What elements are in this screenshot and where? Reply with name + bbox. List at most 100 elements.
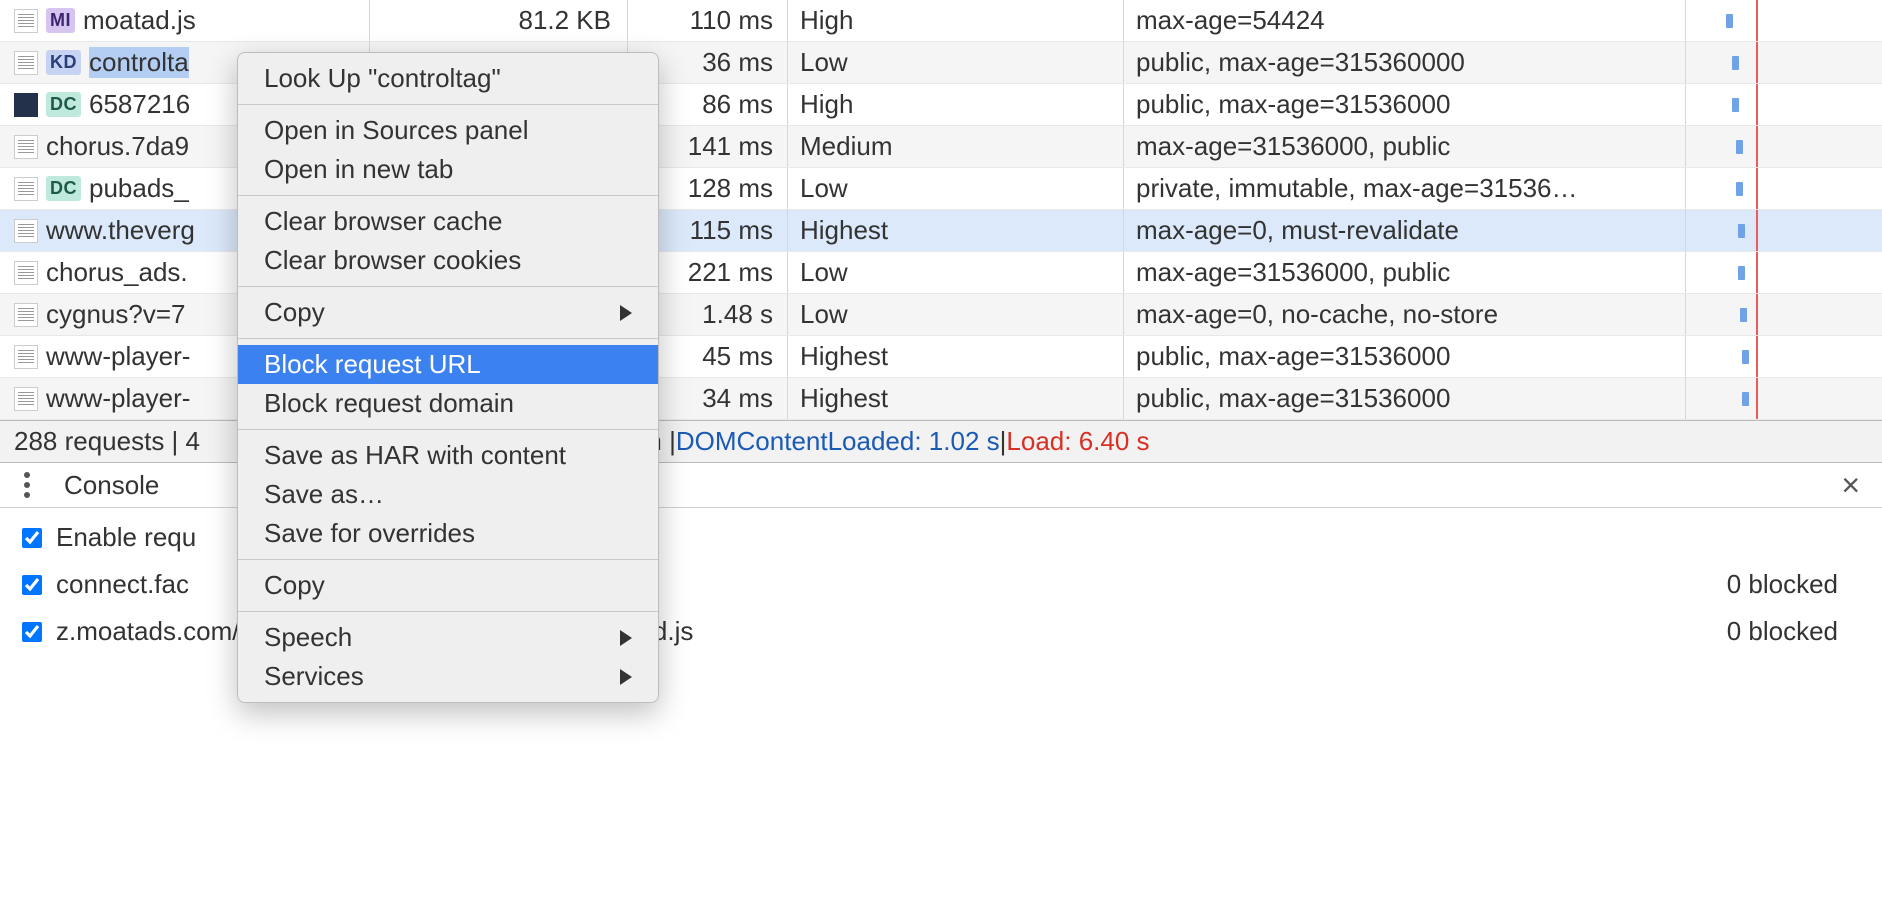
menu-save-as[interactable]: Save as… <box>238 475 658 514</box>
drawer-menu-icon[interactable] <box>18 466 36 504</box>
enable-blocking-label: Enable requ <box>56 522 196 553</box>
enable-blocking-checkbox[interactable] <box>22 528 42 548</box>
cell-priority: Low <box>788 252 1124 293</box>
menu-copy[interactable]: Copy <box>238 293 658 332</box>
summary-requests: 288 requests | 4 <box>14 426 200 457</box>
waterfall-load-line <box>1756 252 1758 293</box>
blocked-count: 0 blocked <box>1727 569 1860 600</box>
cell-size: 81.2 KB <box>370 0 628 41</box>
menu-separator <box>238 429 658 430</box>
cell-cache-control: max-age=0, must-revalidate <box>1124 210 1686 251</box>
menu-services[interactable]: Services <box>238 657 658 696</box>
network-row[interactable]: MImoatad.js81.2 KB110 msHighmax-age=5442… <box>0 0 1882 42</box>
context-menu: Look Up "controltag" Open in Sources pan… <box>237 52 659 703</box>
cell-cache-control: public, max-age=31536000 <box>1124 84 1686 125</box>
menu-lookup[interactable]: Look Up "controltag" <box>238 59 658 98</box>
cell-waterfall <box>1686 126 1882 167</box>
menu-separator <box>238 559 658 560</box>
waterfall-bar <box>1742 350 1749 364</box>
waterfall-bar <box>1736 182 1743 196</box>
cell-waterfall <box>1686 336 1882 377</box>
cell-cache-control: public, max-age=31536000 <box>1124 336 1686 377</box>
file-icon <box>14 51 38 75</box>
request-name: cygnus?v=7 <box>46 299 185 330</box>
waterfall-bar <box>1736 140 1743 154</box>
cell-waterfall <box>1686 0 1882 41</box>
waterfall-load-line <box>1756 168 1758 209</box>
request-name: www.theverg <box>46 215 195 246</box>
waterfall-bar <box>1732 98 1739 112</box>
close-icon[interactable]: × <box>1841 467 1860 504</box>
cell-waterfall <box>1686 168 1882 209</box>
waterfall-bar <box>1742 392 1749 406</box>
cell-waterfall <box>1686 294 1882 335</box>
cell-priority: Low <box>788 294 1124 335</box>
menu-block-domain[interactable]: Block request domain <box>238 384 658 423</box>
menu-open-tab[interactable]: Open in new tab <box>238 150 658 189</box>
cell-priority: Low <box>788 168 1124 209</box>
file-icon <box>14 9 38 33</box>
cell-cache-control: max-age=0, no-cache, no-store <box>1124 294 1686 335</box>
summary-sep: | <box>1000 426 1007 457</box>
tab-console[interactable]: Console <box>64 470 159 501</box>
blocked-pattern-checkbox[interactable] <box>22 575 42 595</box>
cell-priority: Medium <box>788 126 1124 167</box>
request-name: chorus_ads. <box>46 257 188 288</box>
cell-waterfall <box>1686 84 1882 125</box>
waterfall-load-line <box>1756 378 1758 419</box>
file-icon <box>14 303 38 327</box>
cell-waterfall <box>1686 210 1882 251</box>
file-icon <box>14 135 38 159</box>
menu-clear-cache[interactable]: Clear browser cache <box>238 202 658 241</box>
menu-save-har[interactable]: Save as HAR with content <box>238 436 658 475</box>
blocked-pattern-url: connect.fac <box>56 569 189 600</box>
waterfall-bar <box>1740 308 1747 322</box>
cell-waterfall <box>1686 378 1882 419</box>
waterfall-bar <box>1726 14 1733 28</box>
cell-waterfall <box>1686 252 1882 293</box>
request-name: 6587216 <box>89 89 190 120</box>
cell-priority: Highest <box>788 378 1124 419</box>
cell-priority: High <box>788 0 1124 41</box>
menu-clear-cookies[interactable]: Clear browser cookies <box>238 241 658 280</box>
blocked-pattern-checkbox[interactable] <box>22 622 42 642</box>
cell-time: 110 ms <box>628 0 788 41</box>
cell-priority: Low <box>788 42 1124 83</box>
menu-separator <box>238 338 658 339</box>
waterfall-load-line <box>1756 294 1758 335</box>
initiator-badge: DC <box>46 176 81 201</box>
cell-priority: Highest <box>788 336 1124 377</box>
initiator-badge: KD <box>46 50 81 75</box>
menu-save-overrides[interactable]: Save for overrides <box>238 514 658 553</box>
menu-block-url[interactable]: Block request URL <box>238 345 658 384</box>
menu-open-sources[interactable]: Open in Sources panel <box>238 111 658 150</box>
chevron-right-icon <box>620 305 632 321</box>
menu-separator <box>238 195 658 196</box>
request-name: pubads_ <box>89 173 189 204</box>
waterfall-bar <box>1732 56 1739 70</box>
initiator-badge: DC <box>46 92 81 117</box>
file-icon <box>14 219 38 243</box>
cell-cache-control: public, max-age=315360000 <box>1124 42 1686 83</box>
request-name: moatad.js <box>83 5 196 36</box>
cell-waterfall <box>1686 42 1882 83</box>
summary-load: Load: 6.40 s <box>1006 426 1149 457</box>
menu-copy-2[interactable]: Copy <box>238 566 658 605</box>
menu-separator <box>238 286 658 287</box>
cell-name: MImoatad.js <box>0 0 370 41</box>
file-icon <box>14 93 38 117</box>
menu-speech[interactable]: Speech <box>238 618 658 657</box>
menu-separator <box>238 611 658 612</box>
file-icon <box>14 387 38 411</box>
menu-separator <box>238 104 658 105</box>
request-name: controlta <box>89 47 189 78</box>
waterfall-bar <box>1738 266 1745 280</box>
cell-priority: High <box>788 84 1124 125</box>
request-name: chorus.7da9 <box>46 131 189 162</box>
file-icon <box>14 177 38 201</box>
waterfall-bar <box>1738 224 1745 238</box>
waterfall-load-line <box>1756 336 1758 377</box>
request-name: www-player- <box>46 341 190 372</box>
chevron-right-icon <box>620 630 632 646</box>
waterfall-load-line <box>1756 84 1758 125</box>
